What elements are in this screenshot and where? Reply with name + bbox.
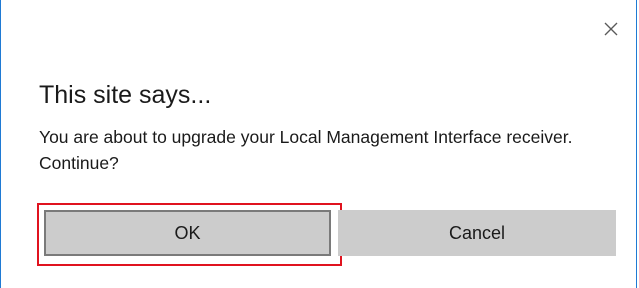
close-icon — [604, 22, 618, 36]
ok-button[interactable]: OK — [44, 210, 331, 256]
dialog-title: This site says... — [39, 81, 212, 109]
dialog-message: You are about to upgrade your Local Mana… — [39, 127, 573, 173]
cancel-button-label: Cancel — [448, 222, 506, 243]
cancel-button[interactable]: Cancel — [338, 210, 616, 256]
close-button[interactable] — [600, 18, 622, 40]
alert-dialog: This site says... You are about to upgra… — [0, 0, 637, 288]
ok-button-label: OK — [174, 222, 201, 243]
